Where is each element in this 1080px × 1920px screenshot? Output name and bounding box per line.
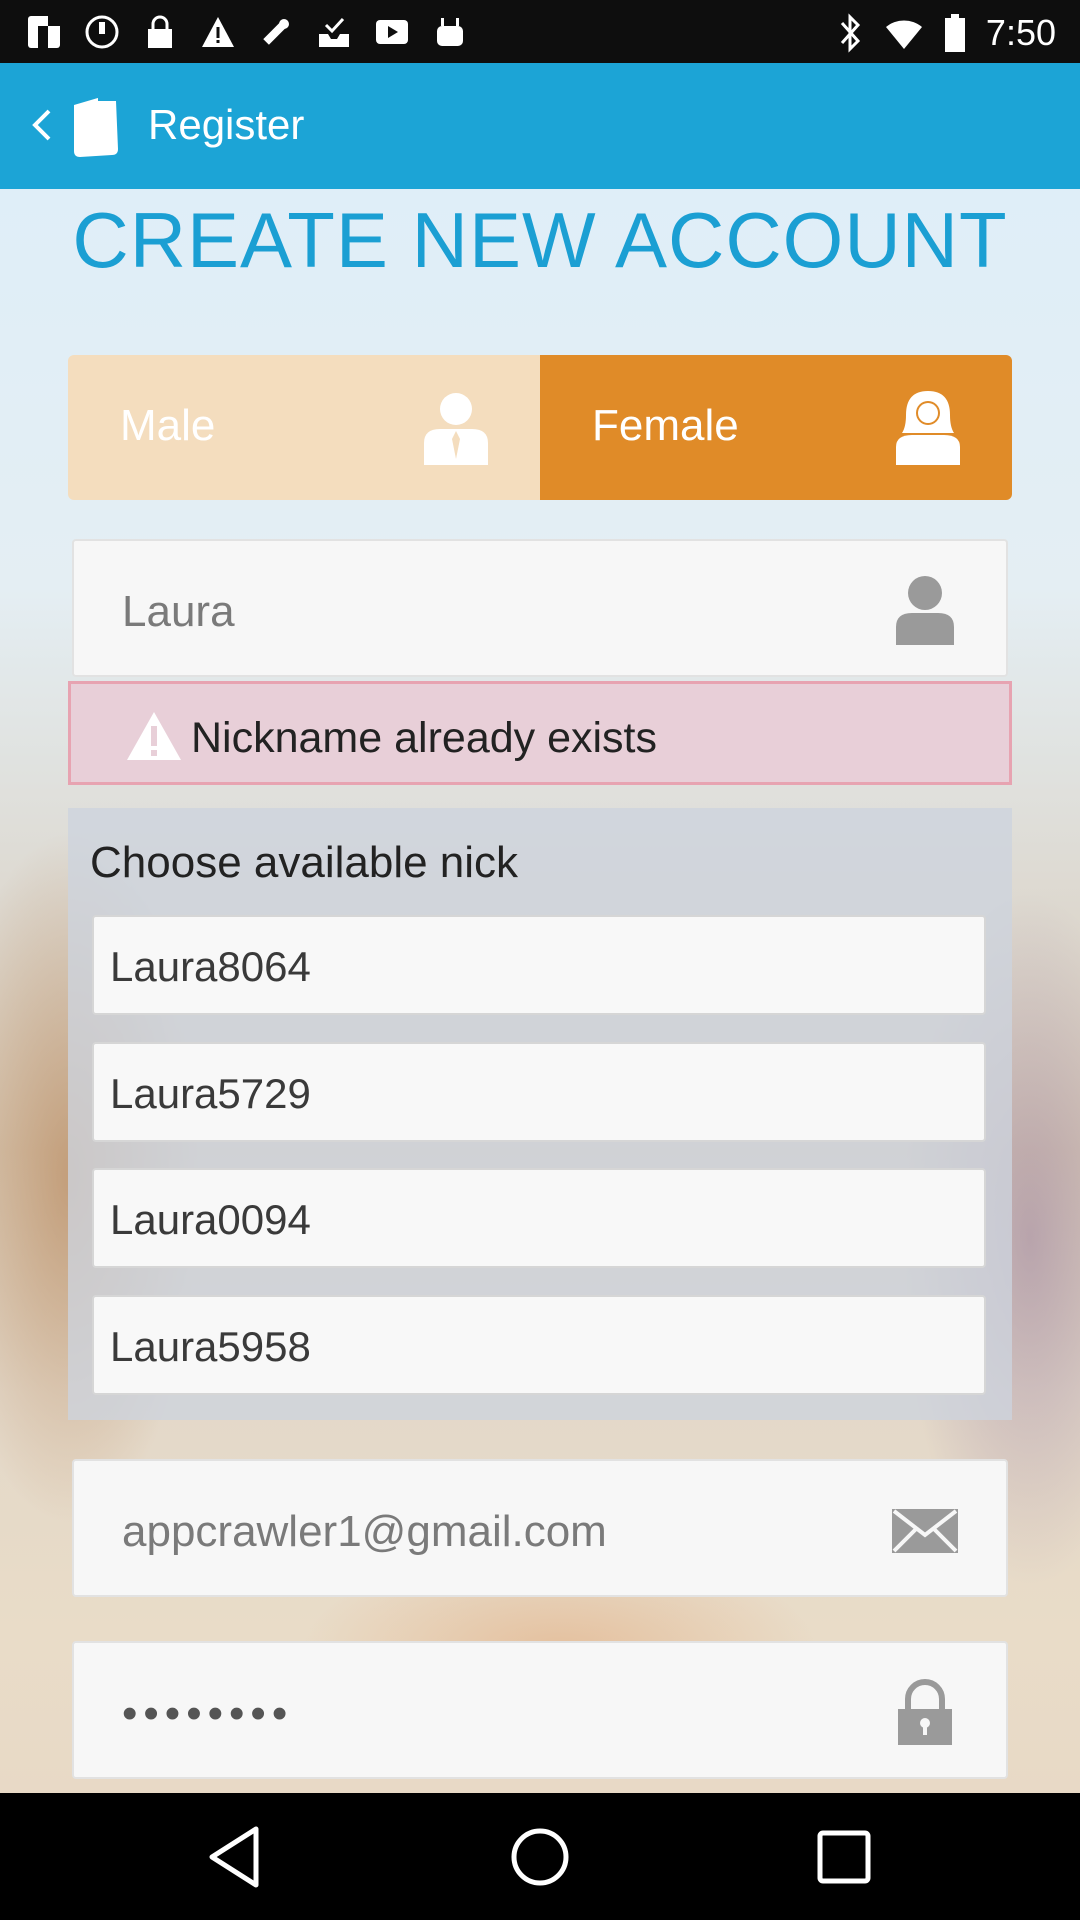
inbox-check-icon: [319, 17, 349, 47]
back-arrow-icon: [32, 109, 51, 141]
create-account-heading: CREATE NEW ACCOUNT: [72, 196, 1008, 284]
nickname-error-banner: Nickname already exists: [68, 681, 1012, 785]
wifi-icon: [885, 20, 922, 49]
nick-option[interactable]: Laura5729: [92, 1042, 986, 1142]
nick-suggestions-title: Choose available nick: [90, 838, 519, 887]
status-bar: 7:50: [0, 0, 1080, 63]
youtube-icon: [376, 20, 408, 44]
nickname-field[interactable]: Laura: [72, 539, 1008, 677]
nick-suggestions-panel: Choose available nick Laura8064 Laura572…: [68, 808, 1012, 1420]
nick-option-label: Laura8064: [110, 943, 311, 990]
envelope-icon: [892, 1509, 958, 1553]
back-button[interactable]: [14, 97, 70, 153]
navigation-bar: [0, 1793, 1080, 1920]
sync-icon: [85, 15, 119, 49]
nick-option[interactable]: Laura8064: [92, 915, 986, 1015]
female-person-icon: [896, 391, 960, 465]
flipboard-icon: [28, 16, 60, 48]
nick-option[interactable]: Laura5958: [92, 1295, 986, 1395]
register-form: CREATE NEW ACCOUNT Male Female Laura Nic…: [0, 189, 1080, 1793]
nick-option-label: Laura5729: [110, 1070, 311, 1117]
warning-triangle-icon: [127, 712, 181, 760]
android-icon: [437, 18, 463, 46]
person-icon: [896, 576, 954, 645]
password-field[interactable]: ••••••••: [72, 1641, 1008, 1779]
nick-option-label: Laura5958: [110, 1323, 311, 1370]
home-circle-icon[interactable]: [504, 1821, 576, 1893]
status-time: 7:50: [985, 12, 1056, 53]
page-title: Register: [148, 101, 305, 148]
recents-square-icon[interactable]: [808, 1821, 880, 1893]
email-field[interactable]: appcrawler1@gmail.com: [72, 1459, 1008, 1597]
gender-male-label: Male: [120, 401, 216, 450]
action-bar: Register: [0, 63, 1080, 189]
warning-icon: [202, 17, 234, 47]
battery-icon: [944, 14, 965, 52]
bluetooth-icon: [840, 13, 860, 53]
nick-option[interactable]: Laura0094: [92, 1168, 986, 1268]
gender-male-option[interactable]: Male: [68, 355, 540, 500]
password-value: ••••••••: [122, 1689, 294, 1738]
gender-female-label: Female: [592, 401, 739, 450]
back-triangle-icon[interactable]: [200, 1821, 272, 1893]
nick-option-label: Laura0094: [110, 1196, 311, 1243]
error-message: Nickname already exists: [191, 714, 658, 762]
fake-gps-icon: [263, 19, 289, 45]
app-logo-icon: [74, 93, 118, 157]
nickname-value: Laura: [122, 587, 235, 636]
email-value: appcrawler1@gmail.com: [122, 1507, 607, 1556]
lock-icon: [148, 15, 172, 48]
gender-female-option[interactable]: Female: [540, 355, 1012, 500]
gender-toggle: Male Female: [68, 355, 1012, 500]
male-person-icon: [424, 393, 488, 465]
padlock-icon: [898, 1679, 952, 1745]
